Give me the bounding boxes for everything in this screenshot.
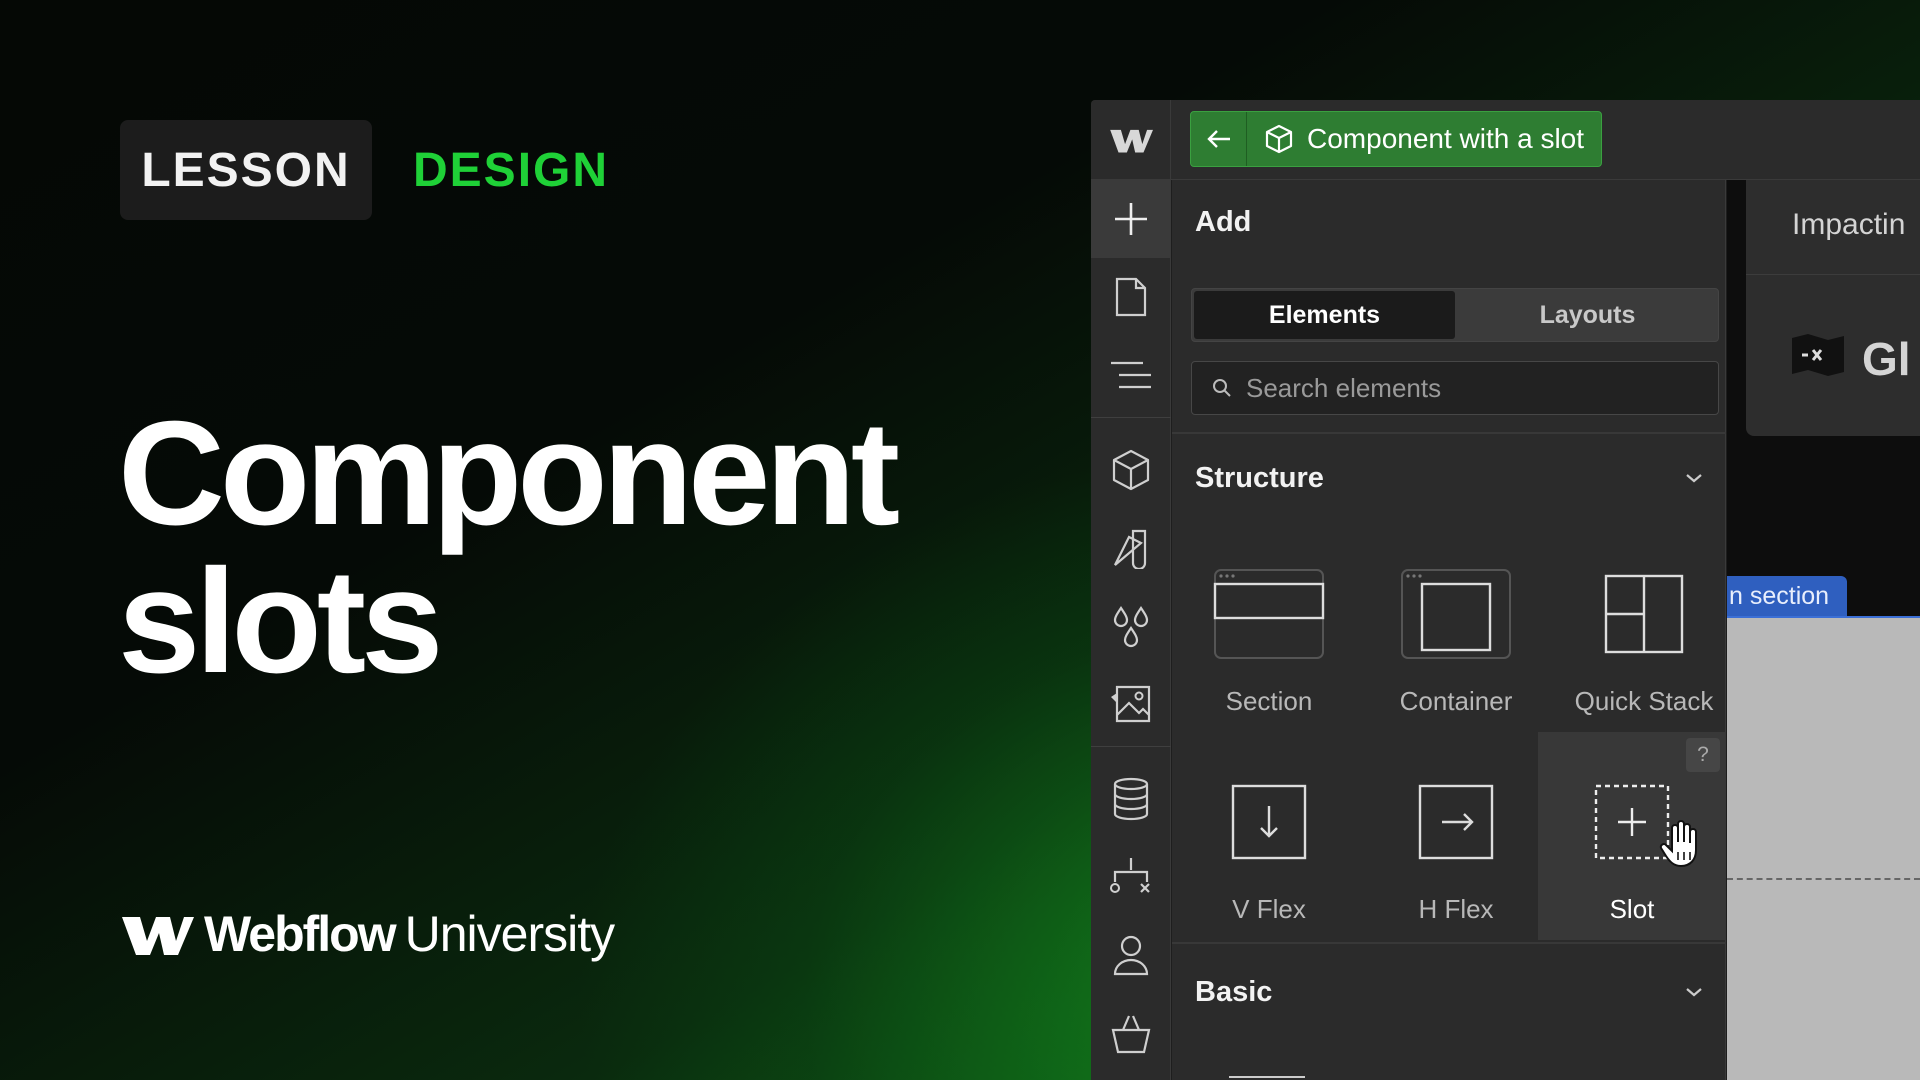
panel-title: Add	[1195, 206, 1251, 239]
lesson-badge: LESSON	[120, 120, 372, 220]
webflow-logo-icon	[120, 909, 194, 959]
help-icon[interactable]: ?	[1686, 738, 1720, 772]
section-title: Structure	[1195, 462, 1324, 495]
users-icon	[1112, 934, 1150, 976]
element-v-flex[interactable]: V Flex	[1175, 732, 1363, 940]
navigator-icon	[1109, 360, 1153, 390]
top-bar: Component with a slot	[1091, 100, 1920, 180]
assets-panel-button[interactable]	[1091, 665, 1171, 743]
components-panel-button[interactable]	[1091, 431, 1171, 509]
variables-icon	[1111, 604, 1151, 648]
selected-section[interactable]	[1727, 616, 1920, 1080]
section-selection-tag[interactable]: n section	[1727, 576, 1847, 616]
users-panel-button[interactable]	[1091, 916, 1171, 994]
assets-icon	[1109, 683, 1153, 725]
webflow-logo-icon	[1109, 125, 1153, 155]
tab-elements[interactable]: Elements	[1194, 291, 1455, 339]
add-panel-tabs: Elements Layouts	[1191, 288, 1719, 342]
add-panel-button[interactable]	[1091, 180, 1171, 258]
rail-divider	[1091, 746, 1171, 747]
ecommerce-icon	[1109, 1012, 1153, 1054]
category-label: DESIGN	[413, 143, 609, 198]
map-logo-icon	[1790, 332, 1846, 378]
element-section[interactable]: Section	[1175, 524, 1363, 732]
title-line-1: Component	[118, 400, 895, 548]
component-icon	[1265, 124, 1293, 154]
arrow-left-icon	[1206, 128, 1232, 150]
basic-section-header[interactable]: Basic	[1195, 964, 1703, 1020]
page-icon	[1114, 276, 1148, 318]
back-button[interactable]	[1191, 112, 1247, 166]
cms-panel-button[interactable]	[1091, 760, 1171, 838]
canvas-card-text: Impactin	[1792, 208, 1905, 242]
logic-icon	[1109, 856, 1153, 898]
brand-name: Webflow	[204, 905, 395, 963]
component-icon	[1111, 448, 1151, 492]
designer-window: Component with a slot	[1091, 100, 1920, 1080]
canvas-card-logo-text: Gl	[1862, 332, 1911, 386]
add-panel: Add Elements Layouts Structure Section C…	[1172, 180, 1726, 1080]
search-input[interactable]	[1246, 373, 1686, 404]
element-slot[interactable]: ? Slot	[1538, 732, 1726, 940]
dashed-guide	[1727, 878, 1920, 880]
element-label: Slot	[1610, 894, 1655, 925]
element-label: Section	[1226, 686, 1313, 717]
style-icon	[1111, 527, 1151, 569]
h-flex-element-icon	[1418, 784, 1494, 860]
variables-panel-button[interactable]	[1091, 587, 1171, 665]
webflow-menu-button[interactable]	[1091, 100, 1171, 180]
title-line-2: slots	[118, 548, 895, 696]
design-canvas[interactable]: Impactin Gl n section	[1727, 180, 1920, 1080]
hand-cursor-icon	[1658, 820, 1702, 868]
element-label: V Flex	[1232, 894, 1306, 925]
tab-layouts[interactable]: Layouts	[1457, 289, 1718, 341]
page-title: Component slots	[118, 400, 895, 696]
panel-divider	[1172, 942, 1726, 944]
breadcrumb-label: Component with a slot	[1307, 123, 1584, 155]
ecommerce-panel-button[interactable]	[1091, 994, 1171, 1072]
component-breadcrumb: Component with a slot	[1190, 111, 1602, 167]
element-label: Container	[1400, 686, 1513, 717]
element-container[interactable]: Container	[1362, 524, 1550, 732]
structure-section-header[interactable]: Structure	[1195, 450, 1703, 506]
add-icon	[1111, 199, 1151, 239]
partial-element-icon	[1229, 1076, 1305, 1078]
rail-divider	[1091, 417, 1171, 418]
brand-lockup: Webflow University	[120, 905, 614, 963]
canvas-card-divider	[1746, 274, 1920, 275]
cms-icon	[1111, 776, 1151, 822]
section-title: Basic	[1195, 976, 1272, 1009]
element-label: H Flex	[1418, 894, 1493, 925]
element-quick-stack[interactable]: Quick Stack	[1550, 524, 1738, 732]
v-flex-element-icon	[1231, 784, 1307, 860]
pages-panel-button[interactable]	[1091, 258, 1171, 336]
section-element-icon	[1213, 568, 1325, 660]
left-toolbar	[1091, 180, 1171, 1080]
search-box	[1191, 361, 1719, 415]
panel-divider	[1172, 432, 1726, 434]
breadcrumb-component[interactable]: Component with a slot	[1247, 123, 1584, 155]
search-icon	[1212, 378, 1232, 398]
chevron-down-icon	[1685, 472, 1703, 484]
style-selectors-button[interactable]	[1091, 509, 1171, 587]
logic-panel-button[interactable]	[1091, 838, 1171, 916]
canvas-card: Impactin Gl	[1746, 180, 1920, 436]
element-label: Quick Stack	[1575, 686, 1714, 717]
chevron-down-icon	[1685, 986, 1703, 998]
quick-stack-element-icon	[1604, 574, 1684, 654]
navigator-panel-button[interactable]	[1091, 336, 1171, 414]
brand-sub: University	[405, 905, 614, 963]
container-element-icon	[1400, 568, 1512, 660]
element-h-flex[interactable]: H Flex	[1362, 732, 1550, 940]
